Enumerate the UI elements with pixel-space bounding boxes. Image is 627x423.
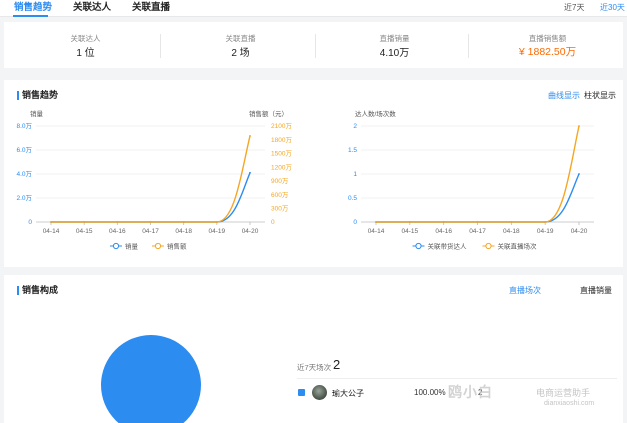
range-7-days[interactable]: 近7天	[564, 3, 584, 13]
live-volume-toggle[interactable]: 直播销量	[580, 286, 612, 296]
stat-value: 1 位	[76, 48, 95, 59]
bar-view-toggle[interactable]: 柱状显示	[584, 91, 616, 101]
divider	[468, 34, 469, 58]
stats-summary: 关联达人 1 位 关联直播 2 场 直播销量 4.10万 直播销售额 ¥ 188…	[4, 22, 623, 68]
avatar[interactable]	[312, 385, 327, 400]
stat-label: 关联直播	[225, 34, 256, 43]
summary-value: 2	[333, 357, 341, 372]
watermark-logo: 鸥小白	[448, 384, 493, 400]
legend-color-swatch	[298, 389, 305, 396]
composition-pie-chart	[101, 335, 201, 423]
pie-slice[interactable]	[101, 335, 201, 423]
section-title: 销售构成	[17, 285, 58, 296]
watermark-text: 电商运营助手	[536, 388, 591, 398]
active-tab-indicator	[13, 15, 48, 17]
line-view-toggle[interactable]: 曲线显示	[548, 91, 580, 101]
influencer-name[interactable]: 瑜大公子	[332, 388, 364, 399]
tab-sales-trend[interactable]: 销售趋势	[14, 2, 52, 14]
stat-label: 关联达人	[70, 34, 101, 43]
stat-live-sales-volume: 直播销量 4.10万	[317, 22, 472, 68]
sales-composition-card: 销售构成 直播场次 直播销量	[4, 275, 623, 423]
top-tab-bar: 销售趋势 关联达人 关联直播 近7天 近30天	[0, 0, 627, 17]
influencer-percent: 100.00%	[414, 388, 446, 397]
stat-related-livestreams: 关联直播 2 场	[163, 22, 318, 68]
tab-related-influencers[interactable]: 关联达人	[73, 2, 111, 14]
divider	[160, 34, 161, 58]
section-title: 销售趋势	[17, 90, 58, 101]
live-sessions-toggle[interactable]: 直播场次	[509, 286, 541, 296]
range-30-days[interactable]: 近30天	[600, 3, 625, 13]
stat-value: ¥ 1882.50万	[518, 46, 577, 58]
divider	[297, 378, 617, 379]
tab-related-livestreams[interactable]: 关联直播	[132, 2, 170, 14]
stat-live-sales-amount: 直播销售额 ¥ 1882.50万	[470, 22, 625, 68]
sales-trend-card: 销售趋势 曲线显示 柱状显示	[4, 80, 623, 267]
summary-label: 近7天场次	[297, 363, 332, 372]
stat-value: 4.10万	[379, 48, 410, 59]
stat-label: 直播销售额	[528, 34, 567, 43]
divider	[315, 34, 316, 58]
stat-value: 2 场	[231, 48, 250, 59]
stat-label: 直播销量	[379, 34, 410, 43]
stat-related-influencers: 关联达人 1 位	[8, 22, 163, 68]
watermark-url: dianxiaoshi.com	[544, 400, 595, 407]
